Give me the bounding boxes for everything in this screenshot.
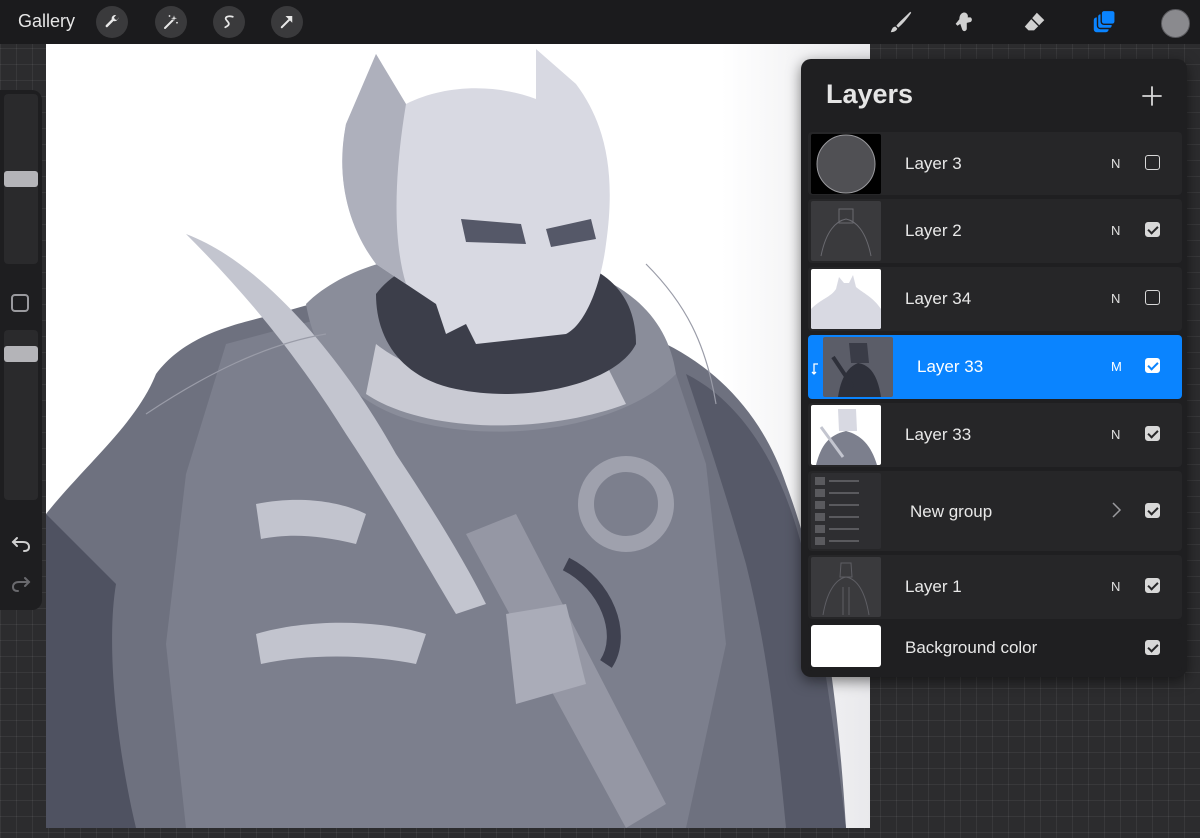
selection-icon[interactable] <box>213 6 245 38</box>
left-sidebar <box>0 90 42 610</box>
clipping-mask-icon <box>811 363 818 375</box>
square-icon[interactable] <box>11 294 29 312</box>
layer-name: Layer 33 <box>905 425 972 444</box>
visibility-checkbox[interactable] <box>1145 578 1160 593</box>
blend-mode-button[interactable]: N <box>1111 291 1120 306</box>
layer-row-selected[interactable]: Layer 33 M <box>808 335 1182 399</box>
layer-name: Layer 2 <box>905 221 962 240</box>
drawing-canvas[interactable] <box>46 44 870 828</box>
visibility-checkbox[interactable] <box>1145 222 1160 237</box>
layer-name: Background color <box>905 638 1038 657</box>
layer-thumbnail <box>811 557 881 617</box>
visibility-checkbox[interactable] <box>1145 640 1160 655</box>
eraser-icon[interactable] <box>1019 6 1051 38</box>
layer-name: New group <box>910 502 993 521</box>
layers-icon[interactable] <box>1088 6 1120 38</box>
layer-row[interactable]: Layer 1 N <box>808 555 1182 619</box>
blend-mode-button[interactable]: N <box>1111 427 1120 442</box>
layer-thumbnail <box>823 337 893 397</box>
chevron-right-icon[interactable] <box>1110 501 1122 519</box>
brush-size-handle[interactable] <box>4 171 38 187</box>
layer-thumbnail <box>811 201 881 261</box>
layer-name: Layer 1 <box>905 577 962 596</box>
group-thumbnail <box>811 473 881 549</box>
layer-thumbnail <box>811 269 881 329</box>
visibility-checkbox[interactable] <box>1145 426 1160 441</box>
wrench-icon[interactable] <box>96 6 128 38</box>
blend-mode-button[interactable]: M <box>1111 359 1122 374</box>
layer-thumbnail <box>811 134 881 194</box>
layer-row[interactable]: Layer 2 N <box>808 199 1182 263</box>
plus-icon[interactable] <box>1140 84 1164 108</box>
layer-thumbnail <box>811 405 881 465</box>
redo-icon[interactable] <box>10 572 32 594</box>
color-picker-button[interactable] <box>1161 9 1190 38</box>
layer-name: Layer 34 <box>905 289 972 308</box>
background-color-row[interactable]: Background color <box>808 623 1182 671</box>
undo-icon[interactable] <box>10 532 32 554</box>
brush-icon[interactable] <box>885 6 917 38</box>
layer-row[interactable]: Layer 34 N <box>808 267 1182 331</box>
blend-mode-button[interactable]: N <box>1111 223 1120 238</box>
visibility-checkbox[interactable] <box>1145 155 1160 170</box>
blend-mode-button[interactable]: N <box>1111 156 1120 171</box>
visibility-checkbox[interactable] <box>1145 290 1160 305</box>
layer-row[interactable]: Layer 33 N <box>808 403 1182 467</box>
blend-mode-button[interactable]: N <box>1111 579 1120 594</box>
gallery-button[interactable]: Gallery <box>18 11 75 32</box>
transform-arrow-icon[interactable] <box>271 6 303 38</box>
background-thumbnail <box>811 625 881 667</box>
layers-panel: Layers Layer 3 N Layer 2 N Layer 34 N La… <box>801 59 1187 677</box>
opacity-handle[interactable] <box>4 346 38 362</box>
layer-row[interactable]: Layer 3 N <box>808 132 1182 195</box>
layer-group-row[interactable]: New group <box>808 471 1182 551</box>
visibility-checkbox[interactable] <box>1145 503 1160 518</box>
visibility-checkbox[interactable] <box>1145 358 1160 373</box>
magic-wand-icon[interactable] <box>155 6 187 38</box>
layer-name: Layer 3 <box>905 154 962 173</box>
smudge-icon[interactable] <box>948 6 980 38</box>
layer-name: Layer 33 <box>917 357 984 376</box>
panel-title: Layers <box>826 79 914 109</box>
top-toolbar: Gallery <box>0 0 1200 44</box>
